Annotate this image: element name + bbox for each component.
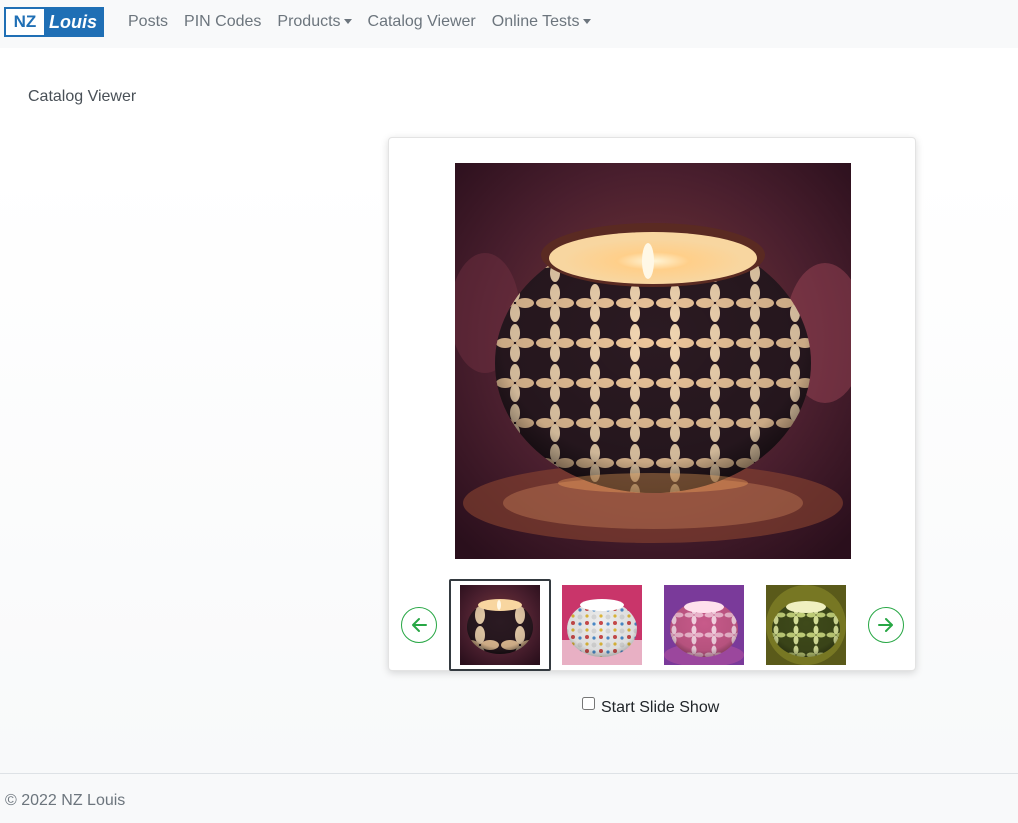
nav-online-tests-label: Online Tests	[491, 13, 580, 30]
brand-logo-louis: Louis	[44, 9, 102, 35]
next-image-button[interactable]	[868, 607, 904, 643]
page-title: Catalog Viewer	[28, 88, 137, 105]
nav-catalog-viewer-label: Catalog Viewer	[367, 13, 476, 30]
main-product-image	[455, 163, 851, 559]
thumbnail-4[interactable]	[755, 579, 857, 671]
nav-products-dropdown[interactable]: Products	[269, 13, 359, 31]
navbar: NZ Louis Posts PIN Codes Products Catalo…	[0, 0, 1018, 48]
thumbnail-2[interactable]	[551, 579, 653, 671]
nav-catalog-viewer[interactable]: Catalog Viewer	[360, 13, 484, 31]
arrow-right-icon	[878, 618, 893, 632]
thumbnail-image-pink	[664, 585, 744, 665]
thumbnail-image-green	[766, 585, 846, 665]
footer: © 2022 NZ Louis	[0, 773, 1018, 823]
catalog-viewer-card	[388, 137, 916, 671]
start-slideshow-checkbox[interactable]	[582, 697, 595, 710]
nav-pin-codes-label: PIN Codes	[184, 13, 262, 30]
nav-links: Posts PIN Codes Products Catalog Viewer …	[120, 0, 599, 44]
brand-logo[interactable]: NZ Louis	[4, 7, 104, 37]
thumbnail-image-white	[562, 585, 642, 665]
nav-posts-label: Posts	[128, 13, 169, 30]
prev-image-button[interactable]	[401, 607, 437, 643]
nav-posts[interactable]: Posts	[120, 13, 176, 31]
thumbnail-image-brown	[460, 585, 540, 665]
caret-down-icon	[343, 18, 352, 24]
caret-down-icon	[582, 18, 591, 24]
brand-logo-nz: NZ	[6, 9, 44, 35]
footer-copyright: © 2022 NZ Louis	[5, 792, 126, 809]
nav-online-tests-dropdown[interactable]: Online Tests	[484, 13, 599, 31]
slideshow-control: Start Slide Show	[582, 695, 719, 716]
nav-products-label: Products	[277, 13, 341, 30]
nav-pin-codes[interactable]: PIN Codes	[176, 13, 269, 31]
thumbnail-1[interactable]	[449, 579, 551, 671]
start-slideshow-label[interactable]: Start Slide Show	[601, 699, 719, 717]
thumbnail-3[interactable]	[653, 579, 755, 671]
arrow-left-icon	[412, 618, 427, 632]
